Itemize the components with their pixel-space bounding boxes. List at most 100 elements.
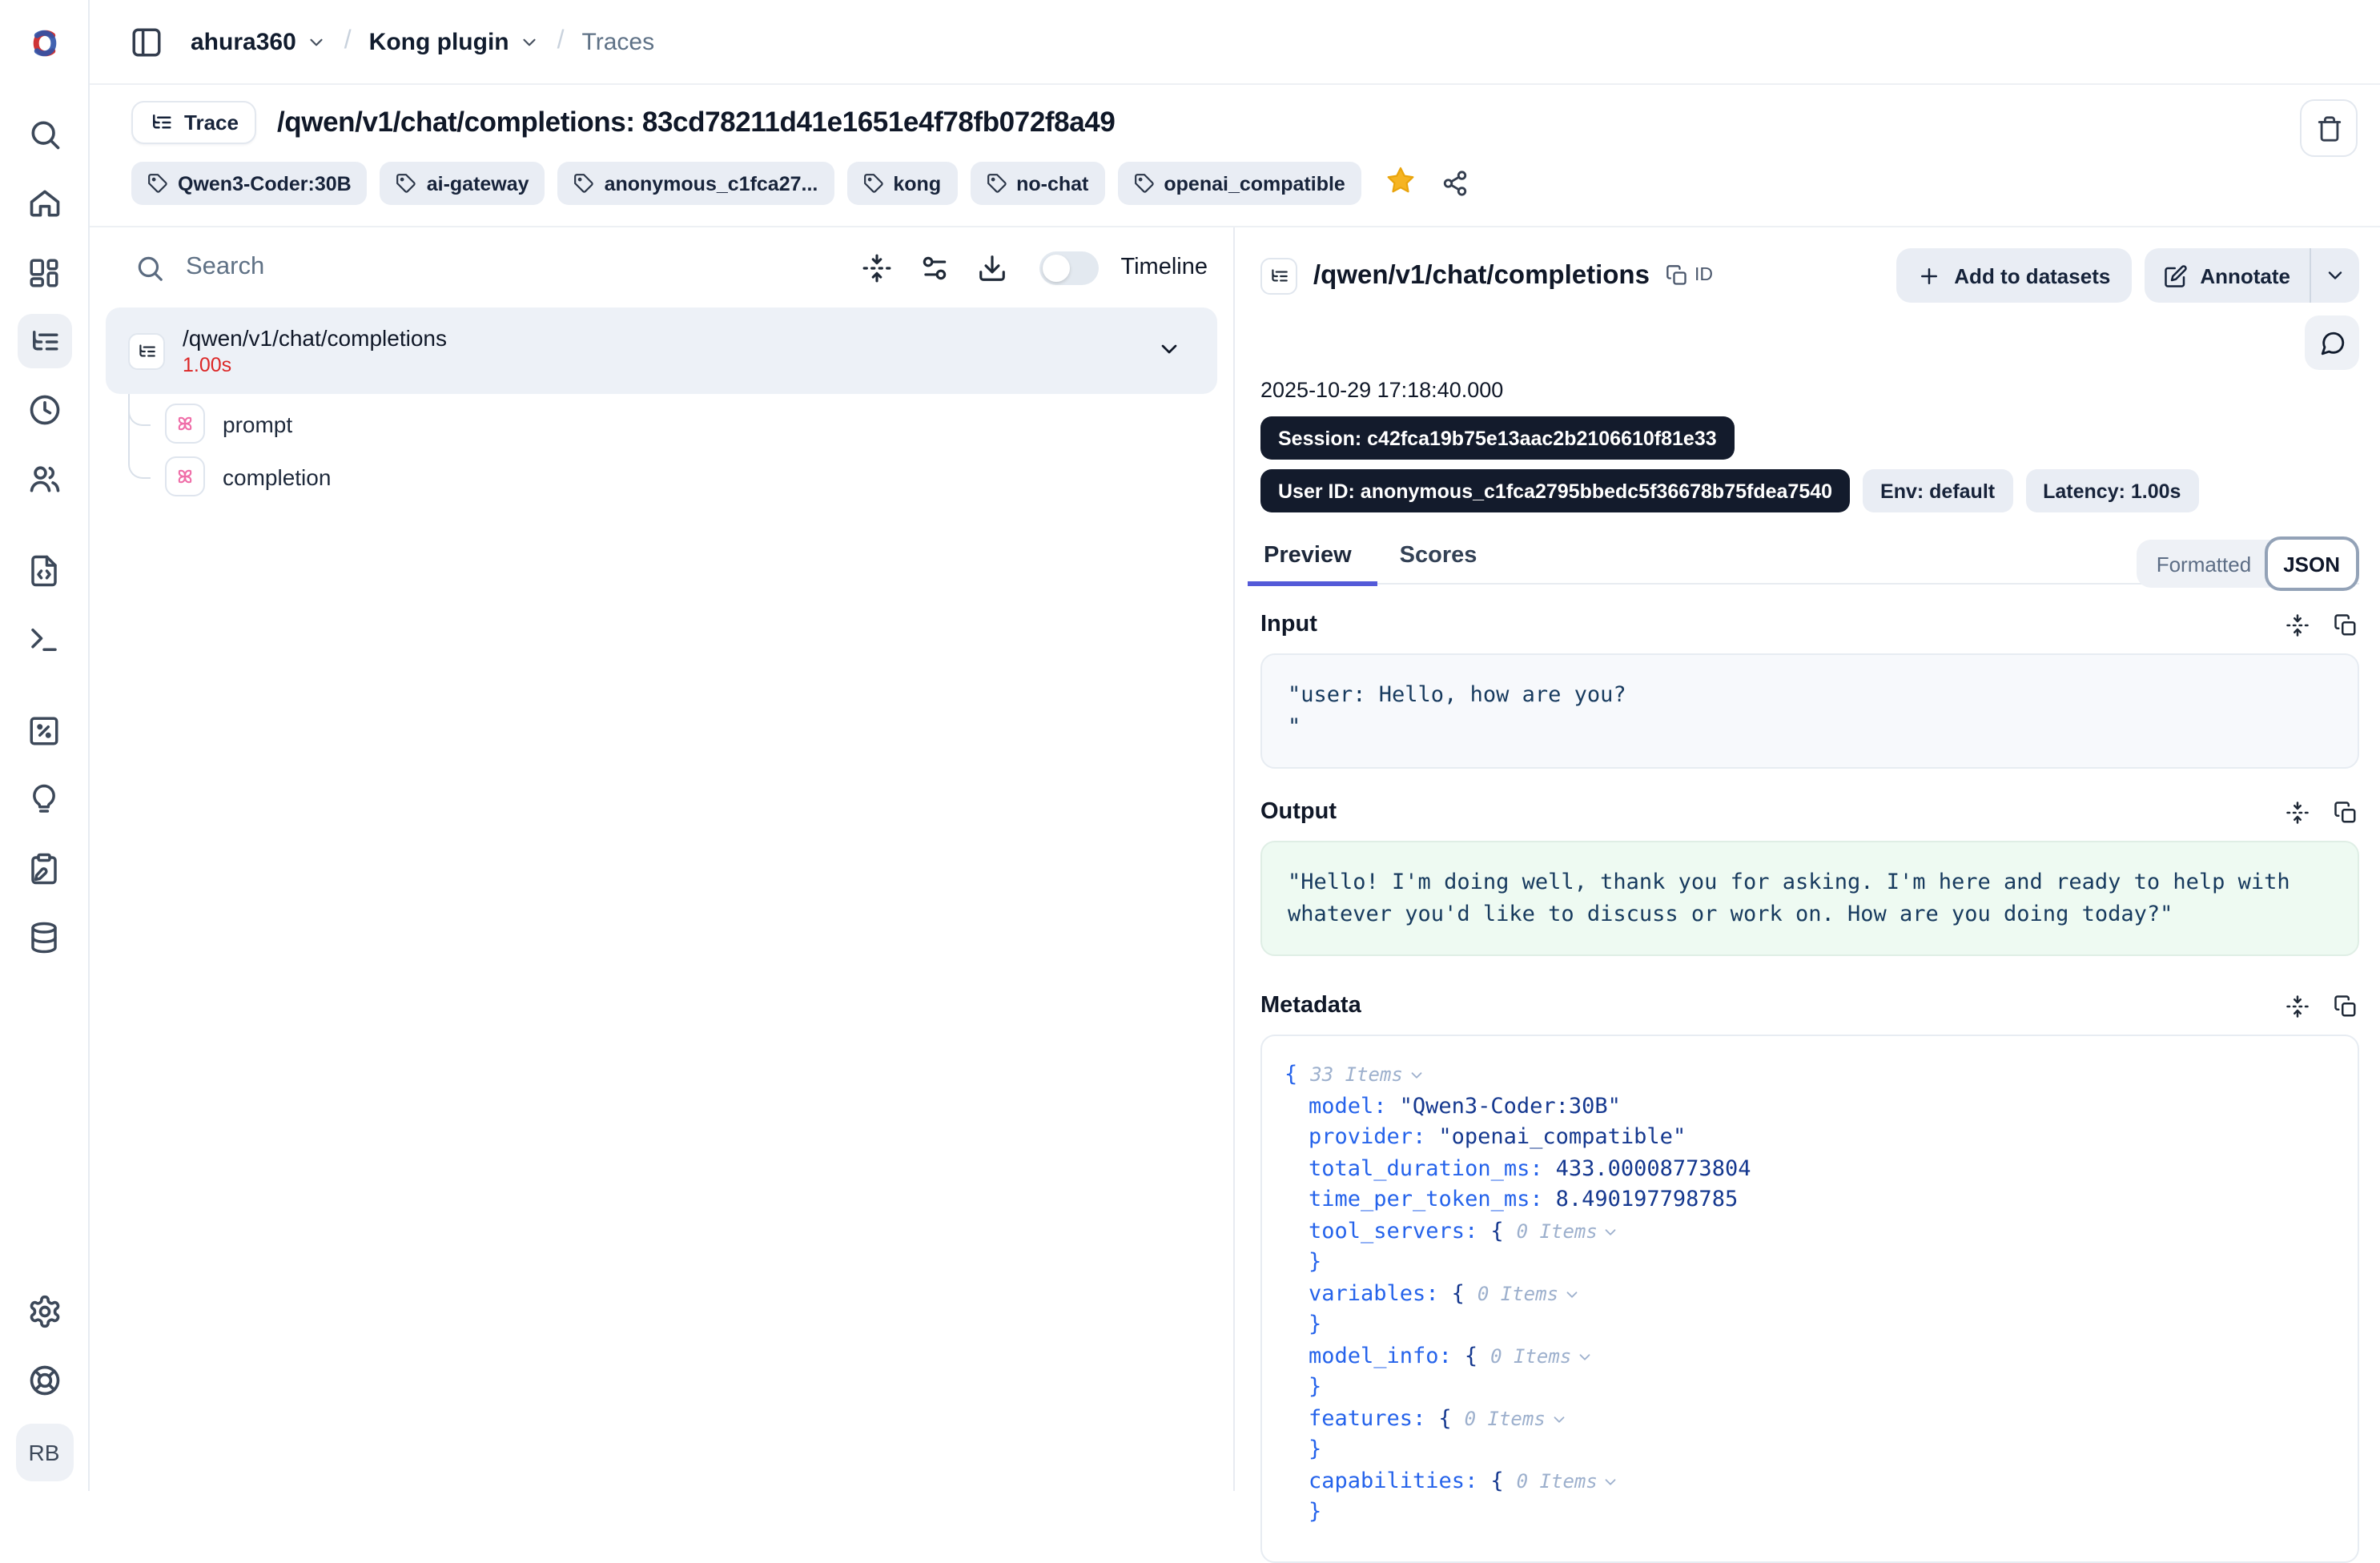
trace-tag[interactable]: Qwen3-Coder:30B bbox=[131, 162, 368, 205]
json-collapse-chevron[interactable] bbox=[1576, 1348, 1594, 1366]
collapse-all-button[interactable] bbox=[856, 247, 898, 288]
json-brace: { bbox=[1452, 1279, 1465, 1310]
json-collapse-chevron[interactable] bbox=[1602, 1473, 1620, 1491]
json-brace: { bbox=[1490, 1216, 1503, 1248]
format-toggle: Formatted JSON bbox=[2137, 540, 2359, 588]
pinwheel-icon bbox=[173, 464, 197, 488]
json-key: model bbox=[1309, 1091, 1373, 1123]
json-brace: } bbox=[1309, 1310, 1321, 1341]
trace-tag[interactable]: anonymous_c1fca27... bbox=[558, 162, 834, 205]
sidebar-item-annotation[interactable] bbox=[17, 841, 71, 895]
sidebar-item-datasets[interactable] bbox=[17, 910, 71, 964]
sidebar-item-dashboard[interactable] bbox=[17, 245, 71, 299]
copy-id-button[interactable]: ID bbox=[1666, 264, 1713, 287]
tab-preview[interactable]: Preview bbox=[1260, 543, 1355, 583]
chevron-down-icon bbox=[306, 31, 327, 52]
tree-node-prompt[interactable]: prompt bbox=[165, 400, 1217, 447]
copy-icon bbox=[2333, 613, 2357, 637]
collapse-node-button[interactable] bbox=[1156, 336, 1182, 362]
delete-trace-button[interactable] bbox=[2300, 99, 2358, 157]
annotate-button[interactable]: Annotate bbox=[2144, 248, 2310, 303]
breadcrumb-project[interactable]: Kong plugin bbox=[369, 28, 540, 55]
project-name: Kong plugin bbox=[369, 28, 509, 55]
json-brace: } bbox=[1309, 1372, 1321, 1404]
add-to-datasets-button[interactable]: Add to datasets bbox=[1896, 248, 2131, 303]
sidebar-item-users[interactable] bbox=[17, 452, 71, 506]
session-badge[interactable]: Session: c42fca19b75e13aac2b2106610f81e3… bbox=[1260, 416, 1735, 460]
json-colon: : bbox=[1413, 1404, 1425, 1435]
sidebar-item-playground[interactable] bbox=[17, 612, 71, 666]
breadcrumb-page[interactable]: Traces bbox=[582, 28, 655, 55]
comment-bubble-icon bbox=[2318, 329, 2346, 356]
sidebar-item-support[interactable] bbox=[17, 1353, 71, 1408]
pen-square-icon bbox=[2163, 263, 2187, 287]
copy-icon bbox=[2333, 800, 2357, 824]
json-colon: : bbox=[1465, 1466, 1477, 1497]
file-code-icon bbox=[27, 553, 61, 587]
timeline-toggle[interactable] bbox=[1039, 251, 1098, 284]
copy-section-button[interactable] bbox=[2330, 991, 2359, 1020]
trace-type-label: Trace bbox=[184, 110, 239, 135]
json-key: total_duration_ms bbox=[1309, 1154, 1530, 1185]
json-collapse-chevron[interactable] bbox=[1563, 1286, 1581, 1304]
env-badge: Env: default bbox=[1863, 469, 2012, 512]
tree-node-completion[interactable]: completion bbox=[165, 453, 1217, 500]
tab-scores[interactable]: Scores bbox=[1397, 543, 1481, 583]
sidebar-item-settings[interactable] bbox=[17, 1284, 71, 1339]
search-icon bbox=[26, 117, 62, 152]
sidebar-item-prompts[interactable] bbox=[17, 543, 71, 597]
fold-vertical-icon bbox=[862, 252, 892, 283]
sidebar-item-evaluation[interactable] bbox=[17, 703, 71, 757]
chevron-down-icon bbox=[1550, 1411, 1568, 1428]
share-button[interactable] bbox=[1441, 170, 1469, 197]
trace-tag[interactable]: ai-gateway bbox=[380, 162, 545, 205]
sidebar-item-insights[interactable] bbox=[17, 772, 71, 826]
percent-square-icon bbox=[27, 713, 61, 747]
copy-section-button[interactable] bbox=[2330, 610, 2359, 639]
latency-badge: Latency: 1.00s bbox=[2025, 469, 2198, 512]
tree-settings-button[interactable] bbox=[914, 247, 955, 288]
tag-icon bbox=[147, 173, 168, 194]
trace-tag[interactable]: openai_compatible bbox=[1117, 162, 1361, 205]
json-collapse-chevron[interactable] bbox=[1550, 1411, 1568, 1428]
user-avatar[interactable]: RB bbox=[15, 1424, 73, 1481]
input-content: "user: Hello, how are you? " bbox=[1260, 653, 2359, 769]
app-logo[interactable] bbox=[23, 0, 65, 85]
panel-toggle-button[interactable] bbox=[130, 25, 163, 58]
favorite-star-button[interactable] bbox=[1385, 164, 1416, 203]
sidebar-item-home[interactable] bbox=[17, 176, 71, 231]
org-name: ahura360 bbox=[191, 28, 296, 55]
json-collapse-chevron[interactable] bbox=[1408, 1067, 1425, 1085]
search-input[interactable] bbox=[183, 251, 541, 283]
sidebar-item-search[interactable] bbox=[17, 107, 71, 162]
sidebar-item-traces[interactable] bbox=[17, 314, 71, 368]
trace-tag[interactable]: no-chat bbox=[970, 162, 1104, 205]
trace-header: Trace /qwen/v1/chat/completions: 83cd782… bbox=[90, 85, 2380, 227]
download-button[interactable] bbox=[971, 247, 1013, 288]
metadata-json-viewer: {33 Items model:"Qwen3-Coder:30B" provid… bbox=[1260, 1035, 2359, 1563]
annotate-dropdown-button[interactable] bbox=[2311, 248, 2359, 303]
collapse-section-button[interactable] bbox=[2282, 610, 2311, 639]
json-brace: { bbox=[1284, 1060, 1297, 1091]
chevron-down-icon bbox=[1602, 1223, 1620, 1241]
tree-root-node[interactable]: /qwen/v1/chat/completions 1.00s bbox=[106, 307, 1217, 394]
search-icon bbox=[135, 252, 165, 283]
format-option-formatted[interactable]: Formatted bbox=[2157, 552, 2265, 576]
user-id-badge[interactable]: User ID: anonymous_c1fca2795bbedc5f36678… bbox=[1260, 469, 1850, 512]
breadcrumb-org[interactable]: ahura360 bbox=[191, 28, 327, 55]
json-colon: : bbox=[1530, 1185, 1542, 1216]
clock-icon bbox=[26, 392, 62, 428]
json-collapse-chevron[interactable] bbox=[1602, 1223, 1620, 1241]
comments-button[interactable] bbox=[2305, 315, 2359, 370]
copy-section-button[interactable] bbox=[2330, 798, 2359, 826]
share-icon bbox=[1441, 170, 1469, 197]
chevron-down-icon bbox=[1563, 1286, 1581, 1304]
collapse-section-button[interactable] bbox=[2282, 798, 2311, 826]
format-option-json[interactable]: JSON bbox=[2264, 536, 2359, 591]
sidebar-item-sessions[interactable] bbox=[17, 383, 71, 437]
input-section-title: Input bbox=[1260, 612, 1317, 637]
collapse-section-button[interactable] bbox=[2282, 991, 2311, 1020]
trace-tag[interactable]: kong bbox=[846, 162, 957, 205]
json-key: variables bbox=[1309, 1279, 1425, 1310]
observation-detail-panel: /qwen/v1/chat/completions ID Add to data… bbox=[1233, 227, 2380, 1491]
